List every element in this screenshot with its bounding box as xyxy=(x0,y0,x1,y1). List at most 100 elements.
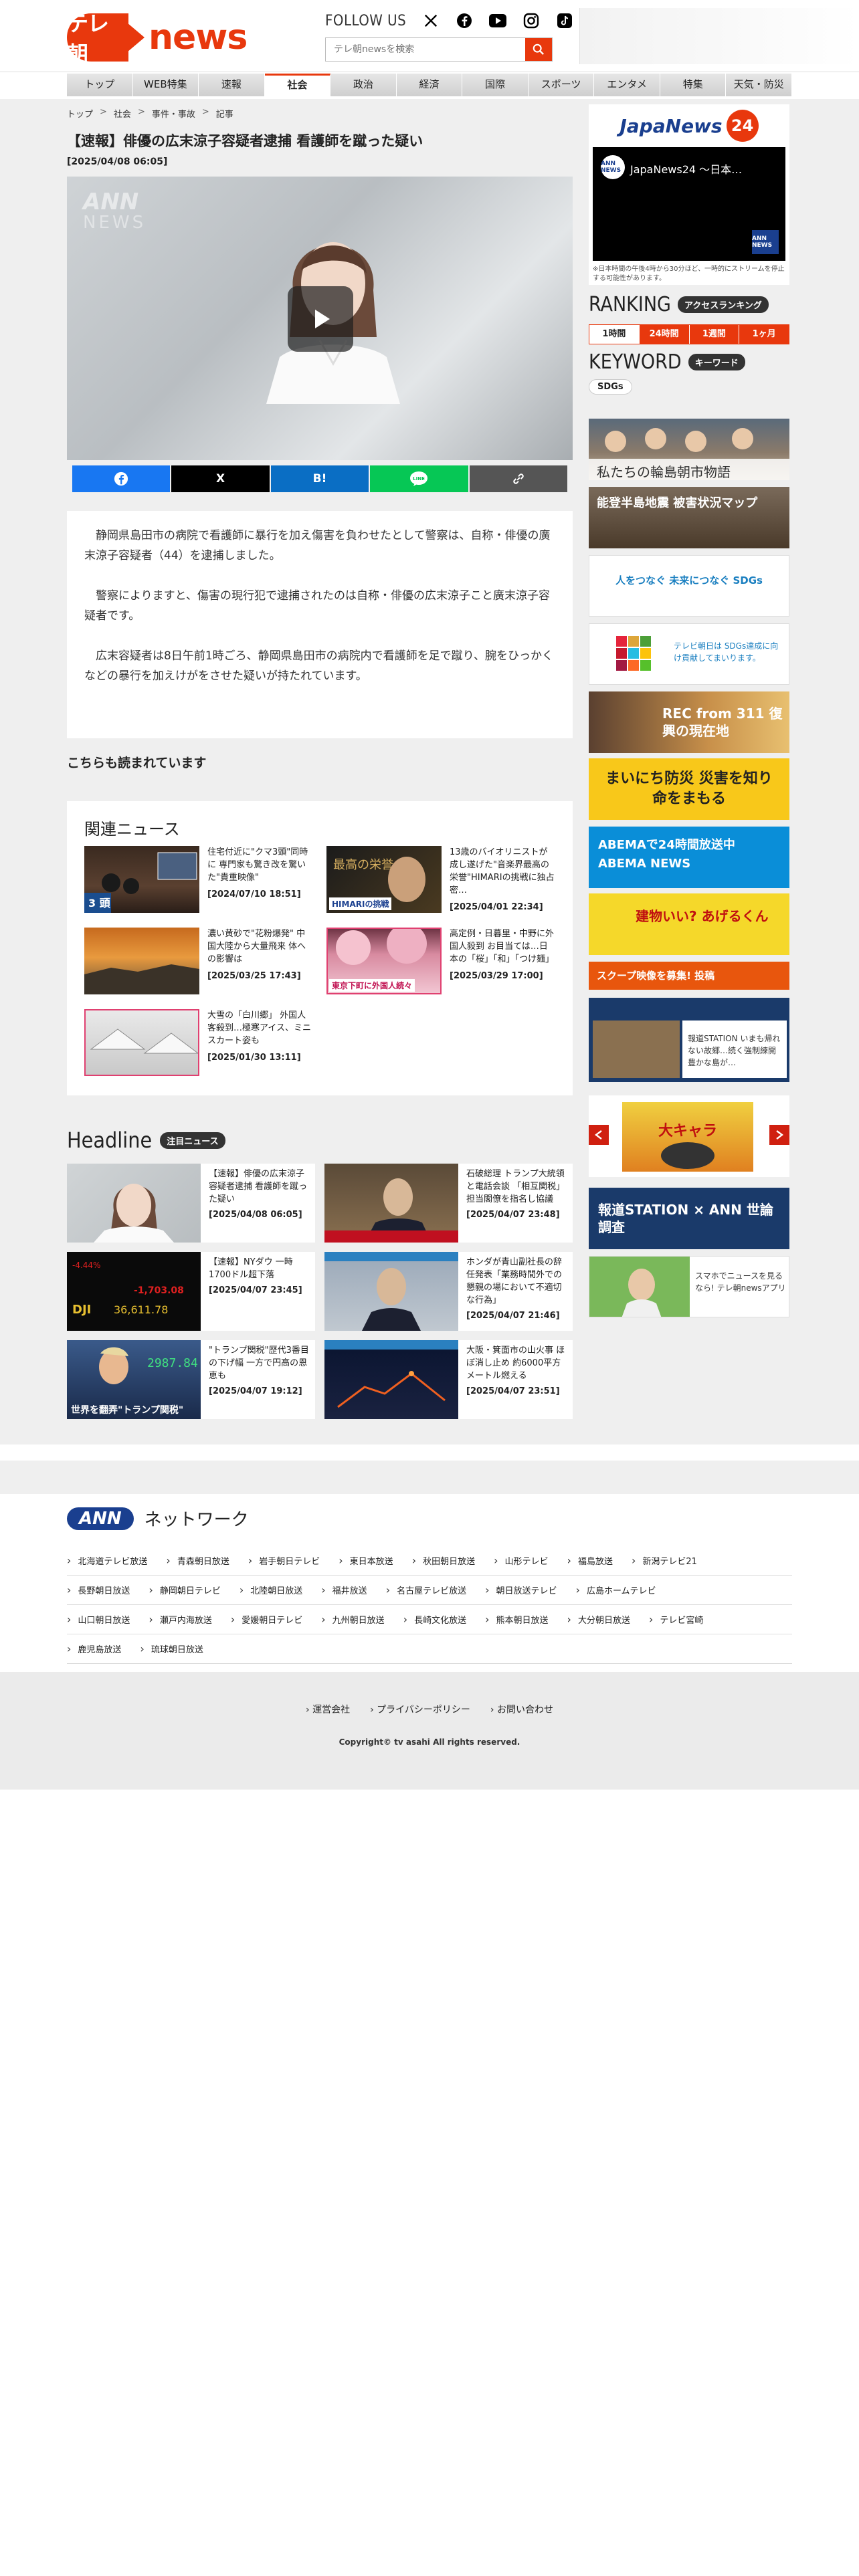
headline-item[interactable]: 【速報】俳優の広末涼子容疑者逮捕 看護師を蹴った疑い [2025/04/08 06… xyxy=(67,1164,315,1243)
banner-noto-map[interactable]: 能登半島地震 被害状況マップ xyxy=(589,487,789,548)
site-header: テレ朝 news FOLLOW US xyxy=(0,0,859,72)
ann-station-link[interactable]: 熊本朝日放送 xyxy=(485,1613,549,1626)
headline-item[interactable]: -4.44% DJI 36,611.78 -1,703.08 【速報】NYダウ 一時… xyxy=(67,1252,315,1331)
ann-station-link[interactable]: 青森朝日放送 xyxy=(166,1554,229,1567)
ann-station-link[interactable]: 長野朝日放送 xyxy=(67,1584,130,1596)
breadcrumb-top[interactable]: トップ xyxy=(67,107,93,120)
carousel-slide[interactable]: 大キャラ xyxy=(622,1102,753,1172)
nav-item[interactable]: トップ xyxy=(67,74,133,96)
ranking-tab[interactable]: 24時間 xyxy=(638,325,689,344)
breadcrumb-incidents[interactable]: 事件・事故 xyxy=(152,107,195,120)
ann-station-link[interactable]: 愛媛朝日テレビ xyxy=(231,1613,302,1626)
search-input[interactable] xyxy=(326,38,525,61)
chevron-right-icon xyxy=(776,1130,783,1140)
nav-item[interactable]: エンタメ xyxy=(594,74,660,96)
related-item[interactable]: 3 頭 住宅付近に"クマ3頭"同時に 専門家も驚き改を驚いた"貴重映像" [202… xyxy=(84,846,313,916)
banner-scoop-video[interactable]: スクープ映像を募集! 投稿 xyxy=(589,962,789,990)
banner-hodo-station[interactable]: 報道STATION いまも帰れない故郷…続く強制練開 豊かな島が… xyxy=(589,998,789,1082)
ann-station-link[interactable]: テレビ宮崎 xyxy=(649,1613,703,1626)
ann-station-link[interactable]: 鹿児島放送 xyxy=(67,1642,121,1655)
ann-station-link[interactable]: 瀬戸内海放送 xyxy=(149,1613,212,1626)
banner-sdgs-connect[interactable]: 人をつなぐ 未来につなぐ SDGs xyxy=(589,555,789,617)
search-button[interactable] xyxy=(525,38,552,61)
japanews24-logo[interactable]: JapaNews 24 xyxy=(593,108,785,143)
keyword-pill[interactable]: SDGs xyxy=(589,379,632,395)
nav-item[interactable]: 天気・防災 xyxy=(726,74,793,96)
banner-rec-311[interactable]: REC from 311 復興の現在地 xyxy=(589,691,789,753)
banner-agerukun[interactable]: 建物いい? あげるくん xyxy=(589,893,789,955)
tiktok-icon[interactable] xyxy=(556,12,573,29)
article-video[interactable]: ANN NEWS xyxy=(67,177,573,460)
ann-station-link[interactable]: 福井放送 xyxy=(321,1584,367,1596)
related-item[interactable]: 濃い黄砂で"花粉爆発" 中国大陸から大量飛来 体への影響は [2025/03/25… xyxy=(84,928,313,997)
banner-hodo-poll[interactable]: 報道STATION × ANN 世論調査 xyxy=(589,1188,789,1249)
article-paragraph: 警察によりますと、傷害の現行犯で逮捕されたのは自称・俳優の広末涼子こと廣末涼子容… xyxy=(84,589,550,623)
nav-item[interactable]: 政治 xyxy=(330,74,397,96)
nav-item[interactable]: スポーツ xyxy=(528,74,595,96)
nav-item[interactable]: WEB特集 xyxy=(132,74,199,96)
banner-wajima[interactable]: 私たちの輪島朝市物語 xyxy=(589,419,789,480)
carousel-prev-button[interactable] xyxy=(589,1125,609,1145)
headline-item-date: [2025/04/07 23:45] xyxy=(209,1285,302,1295)
ann-station-link[interactable]: 福島放送 xyxy=(567,1554,613,1567)
footer-links: 運営会社 プライバシーポリシー お問い合わせ xyxy=(0,1703,859,1716)
share-line-button[interactable]: LINE xyxy=(370,465,468,492)
ann-station-link[interactable]: 静岡朝日テレビ xyxy=(149,1584,221,1596)
related-item[interactable]: 大雪の「白川郷」 外国人客殺到…極寒アイス、ミニスカート姿も [2025/01/3… xyxy=(84,1009,313,1079)
headline-item[interactable]: 大阪・箕面市の山火事 ほぼ消し止め 約6000平方メートル燃える [2025/04… xyxy=(324,1340,573,1419)
headline-item-title: 石破総理 トランプ大統領と電話会談 「相互関税」担当閣僚を指名し協議 xyxy=(466,1169,565,1204)
ann-station-link[interactable]: 九州朝日放送 xyxy=(321,1613,385,1626)
related-item[interactable]: 最高の栄誉 HIMARIの挑戦 13歳のバイオリニストが成し遂げた"音楽界最高の… xyxy=(326,846,555,916)
share-x-button[interactable]: X xyxy=(171,465,270,492)
share-copy-link-button[interactable] xyxy=(469,465,568,492)
nav-item[interactable]: 社会 xyxy=(264,74,331,96)
ranking-tab[interactable]: 1ヶ月 xyxy=(739,325,789,344)
share-hatena-button[interactable]: B! xyxy=(270,465,369,492)
ann-station-link[interactable]: 長崎文化放送 xyxy=(403,1613,466,1626)
play-button[interactable] xyxy=(288,286,353,352)
facebook-icon[interactable] xyxy=(456,12,473,29)
nav-item[interactable]: 経済 xyxy=(396,74,463,96)
footer-link-privacy[interactable]: プライバシーポリシー xyxy=(370,1703,470,1716)
ann-station-link[interactable]: 岩手朝日テレビ xyxy=(248,1554,320,1567)
breadcrumb-society[interactable]: 社会 xyxy=(114,107,131,120)
banner-app[interactable]: スマホでニュースを見るなら! テレ朝newsアプリ xyxy=(589,1256,789,1317)
headline-item[interactable]: ホンダが青山副社長の辞任発表「業務時間外での懇親の場において不適切な行為」 [20… xyxy=(324,1252,573,1331)
banner-abema[interactable]: ABEMAで24時間放送中 ABEMA NEWS xyxy=(589,827,789,888)
headline-item[interactable]: 石破総理 トランプ大統領と電話会談 「相互関税」担当閣僚を指名し協議 [2025/… xyxy=(324,1164,573,1243)
ann-station-link[interactable]: 東日本放送 xyxy=(339,1554,393,1567)
japanews24-video[interactable]: ANN NEWS JapaNews24 〜日本… ANN NEWS xyxy=(593,147,785,261)
share-facebook-button[interactable] xyxy=(72,465,171,492)
ann-station-link[interactable]: 山形テレビ xyxy=(494,1554,549,1567)
related-item[interactable]: 東京下町に外国人続々 高定例・日暮里・中野に外国人殺到 お目当ては…日本の「桜」… xyxy=(326,928,555,997)
headline-thumbnail xyxy=(324,1164,458,1243)
site-logo[interactable]: テレ朝 news xyxy=(67,11,248,67)
nav-item[interactable]: 速報 xyxy=(199,74,265,96)
x-icon[interactable] xyxy=(422,12,440,29)
footer-link-company[interactable]: 運営会社 xyxy=(306,1703,350,1716)
ann-station-link[interactable]: 山口朝日放送 xyxy=(67,1613,130,1626)
ann-station-link[interactable]: 北陸朝日放送 xyxy=(240,1584,302,1596)
headline-item[interactable]: 2987.84 世界を翻弄"トランプ関税" "トランプ関税"歴代3番目の下げ幅 … xyxy=(67,1340,315,1419)
ranking-tab[interactable]: 1時間 xyxy=(589,325,639,344)
instagram-icon[interactable] xyxy=(522,12,540,29)
ann-station-link[interactable]: 秋田朝日放送 xyxy=(412,1554,475,1567)
ann-station-link[interactable]: 琉球朝日放送 xyxy=(140,1642,203,1655)
footer-link-contact[interactable]: お問い合わせ xyxy=(490,1703,553,1716)
ann-station-link[interactable]: 大分朝日放送 xyxy=(567,1613,630,1626)
x-icon: X xyxy=(216,472,225,486)
ann-station-link[interactable]: 広島ホームテレビ xyxy=(576,1584,656,1596)
ann-station-link[interactable]: 名古屋テレビ放送 xyxy=(386,1584,466,1596)
banner-sdgs-tvasahi[interactable]: テレビ朝日は SDGs達成に向け貢献してまいります。 xyxy=(589,623,789,685)
ann-station-link[interactable]: 朝日放送テレビ xyxy=(485,1584,557,1596)
ann-station-row: 長野朝日放送 静岡朝日テレビ 北陸朝日放送 福井放送 名古屋テレビ放送 朝日放送テレビ 広島… xyxy=(67,1576,792,1605)
japanews24-channel-icon: ANN NEWS xyxy=(601,155,625,179)
ann-station-link[interactable]: 北海道テレビ放送 xyxy=(67,1554,147,1567)
ranking-tab[interactable]: 1週間 xyxy=(688,325,739,344)
nav-item[interactable]: 国際 xyxy=(462,74,529,96)
banner-mainichi-bousai[interactable]: まいにち防災 災害を知り 命をまもる xyxy=(589,758,789,820)
carousel-next-button[interactable] xyxy=(769,1125,789,1145)
youtube-icon[interactable] xyxy=(489,12,507,29)
ann-station-link[interactable]: 新潟テレビ21 xyxy=(632,1554,697,1567)
nav-item[interactable]: 特集 xyxy=(660,74,727,96)
